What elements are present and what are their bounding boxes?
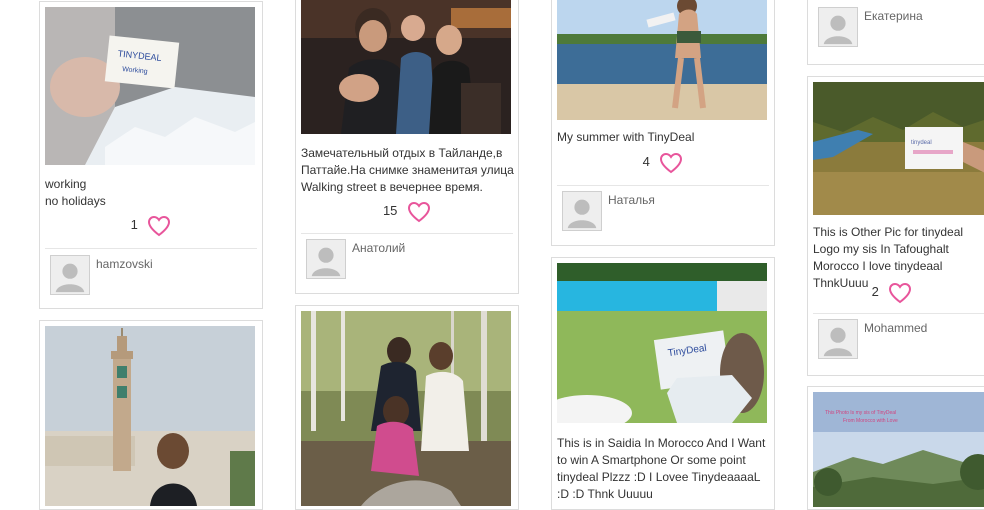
post-card (295, 305, 519, 510)
like-count: 1 (130, 217, 138, 232)
heart-icon[interactable] (888, 282, 912, 304)
like-counter: 15 (296, 199, 518, 223)
avatar[interactable] (50, 255, 90, 295)
post-photo[interactable]: tinydeal (813, 82, 984, 215)
post-caption: Замечательный отдых в Тайланде,в Паттайе… (301, 146, 514, 194)
username-link[interactable]: Mohammed (864, 321, 927, 335)
post-card: This Photo Is my sis of TinyDeal From Mo… (807, 386, 984, 510)
photo-mountain-landscape: This Photo Is my sis of TinyDeal From Mo… (813, 392, 984, 507)
like-counter: 4 (552, 150, 774, 174)
photo-mosque-minaret (45, 326, 255, 506)
avatar[interactable] (562, 191, 602, 231)
post-card: TINYDEAL Working working no holidays 1 h… (39, 1, 263, 309)
card-divider (813, 313, 984, 314)
post-card (39, 320, 263, 510)
post-card: tinydeal This is Other Pic for tinydeal … (807, 76, 984, 376)
username-link[interactable]: Екатерина (864, 9, 923, 23)
like-counter: 2 (788, 280, 984, 304)
svg-text:This Photo Is my sis of TinyDe: This Photo Is my sis of TinyDeal (825, 410, 896, 416)
avatar[interactable] (818, 319, 858, 359)
post-photo[interactable]: TinyDeal (557, 263, 767, 423)
like-count: 2 (871, 284, 879, 299)
post-card: TinyDeal This is in Saidia In Morocco An… (551, 257, 775, 510)
svg-text:From Morocco with Love: From Morocco with Love (843, 418, 898, 424)
avatar[interactable] (306, 239, 346, 279)
like-count: 15 (382, 203, 398, 218)
photo-swimming-pool: TinyDeal (557, 263, 767, 423)
username-link[interactable]: Анатолий (352, 241, 405, 255)
svg-text:tinydeal: tinydeal (911, 140, 932, 146)
photo-walking-street (301, 0, 511, 134)
default-avatar-icon (819, 8, 857, 46)
card-divider (45, 248, 257, 249)
default-avatar-icon (307, 240, 345, 278)
post-photo[interactable] (301, 311, 511, 506)
username-link[interactable]: hamzovski (96, 257, 153, 271)
post-photo[interactable] (557, 0, 767, 120)
post-photo[interactable] (45, 326, 255, 506)
heart-icon[interactable] (659, 152, 683, 174)
post-caption: working no holidays (45, 177, 106, 208)
post-card: My summer with TinyDeal 4 Наталья (551, 0, 775, 246)
post-photo[interactable]: TINYDEAL Working (45, 7, 255, 165)
post-card: Замечательный отдых в Тайланде,в Паттайе… (295, 0, 519, 294)
photo-tafoughalt-sign: tinydeal (813, 82, 984, 215)
heart-icon[interactable] (147, 215, 171, 237)
post-card: Екатерина (807, 0, 984, 65)
card-divider (557, 185, 769, 186)
post-photo[interactable] (301, 0, 511, 134)
username-link[interactable]: Наталья (608, 193, 655, 207)
post-caption: My summer with TinyDeal (557, 130, 695, 144)
post-caption: This is in Saidia In Morocco And I Want … (557, 436, 766, 501)
default-avatar-icon (819, 320, 857, 358)
avatar[interactable] (818, 7, 858, 47)
card-divider (301, 233, 513, 234)
heart-icon[interactable] (407, 201, 431, 223)
post-photo[interactable]: This Photo Is my sis of TinyDeal From Mo… (813, 392, 984, 507)
photo-packing-note: TINYDEAL Working (45, 7, 255, 165)
default-avatar-icon (51, 256, 89, 294)
like-count: 4 (642, 154, 650, 169)
photo-beach (557, 0, 767, 120)
photo-forest-girls (301, 311, 511, 506)
default-avatar-icon (563, 192, 601, 230)
like-counter: 1 (40, 213, 262, 237)
